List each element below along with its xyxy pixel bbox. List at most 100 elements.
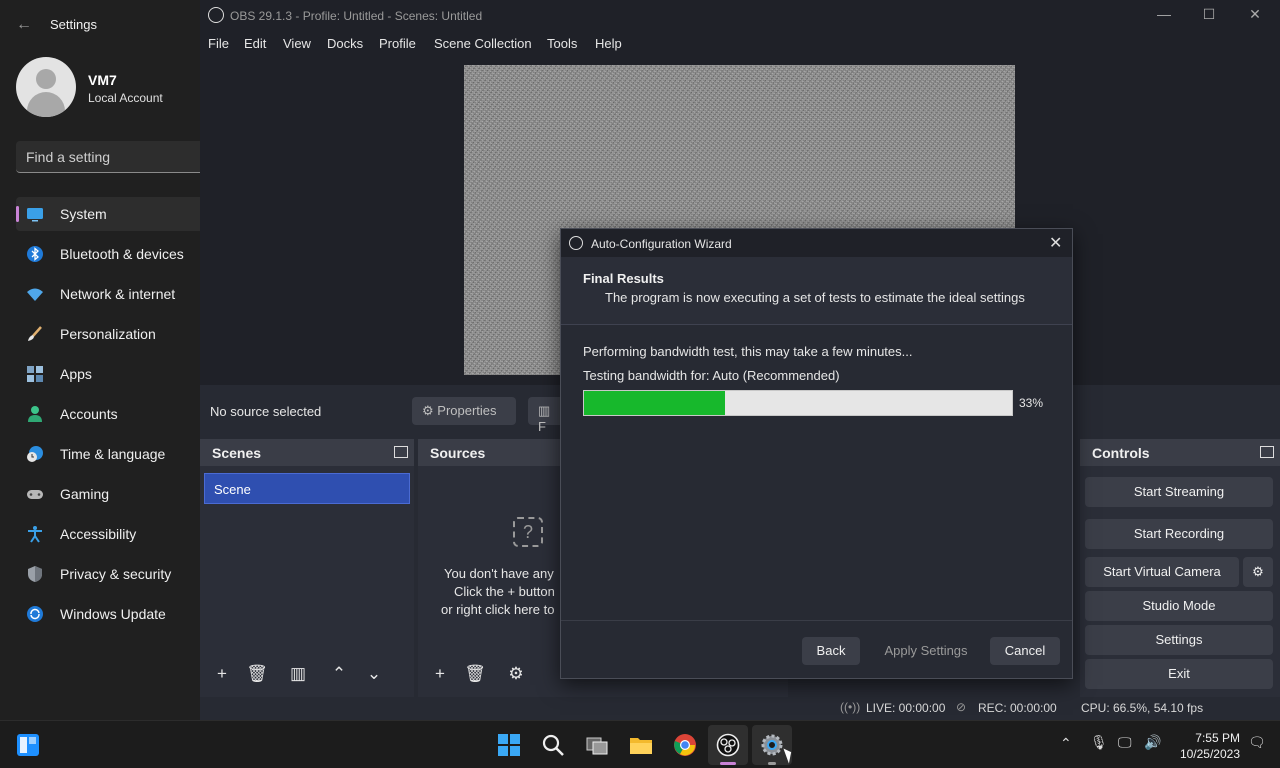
close-icon[interactable]: ✕ bbox=[1049, 233, 1062, 253]
sidebar-item-accounts[interactable]: Accounts bbox=[16, 397, 206, 431]
progress-bar-fill bbox=[584, 391, 726, 415]
gear-icon: ⚙ bbox=[422, 403, 438, 418]
sidebar-item-label: Time & language bbox=[60, 446, 166, 462]
scene-list-item[interactable]: Scene bbox=[204, 473, 410, 504]
apps-icon bbox=[27, 366, 43, 382]
status-bar: ((•)) LIVE: 00:00:00 ⊘ REC: 00:00:00 CPU… bbox=[200, 697, 1280, 720]
menu-view[interactable]: View bbox=[283, 36, 311, 51]
chevron-up-icon[interactable]: ⌃ bbox=[1060, 735, 1072, 752]
menu-edit[interactable]: Edit bbox=[244, 36, 266, 51]
apply-settings-button[interactable]: Apply Settings bbox=[871, 637, 981, 665]
divider bbox=[561, 620, 1072, 621]
add-source-button[interactable]: + bbox=[426, 661, 454, 687]
sidebar-item-apps[interactable]: Apps bbox=[16, 357, 206, 391]
move-scene-up-button[interactable]: ⌃ bbox=[325, 661, 353, 687]
menu-docks[interactable]: Docks bbox=[327, 36, 363, 51]
clock-globe-icon bbox=[27, 446, 43, 462]
sidebar-item-privacy-security[interactable]: Privacy & security bbox=[16, 557, 206, 591]
sidebar-item-time-language[interactable]: Time & language bbox=[16, 437, 206, 471]
sidebar-item-system[interactable]: System bbox=[16, 197, 206, 231]
shield-icon bbox=[28, 566, 42, 582]
menu-profile[interactable]: Profile bbox=[379, 36, 416, 51]
filters-label: F bbox=[538, 419, 546, 434]
speaker-icon[interactable]: 🔊 bbox=[1144, 734, 1161, 751]
search-icon[interactable] bbox=[541, 733, 565, 757]
sidebar-item-label: Windows Update bbox=[60, 606, 166, 622]
chrome-icon[interactable] bbox=[673, 733, 697, 757]
settings-window: ← Settings VM7 Local Account Find a sett… bbox=[0, 0, 206, 720]
obs-taskbar-button[interactable] bbox=[708, 725, 748, 765]
wifi-icon bbox=[27, 288, 43, 301]
source-properties-button[interactable]: ⚙ bbox=[502, 661, 530, 687]
bluetooth-icon bbox=[27, 246, 43, 262]
taskbar-clock[interactable]: 7:55 PM 10/25/2023 bbox=[1172, 730, 1240, 762]
remove-scene-button[interactable]: 🗑 bbox=[243, 661, 271, 687]
back-arrow-icon[interactable]: ← bbox=[16, 16, 32, 34]
virtual-camera-settings-gear-icon[interactable]: ⚙ bbox=[1243, 557, 1273, 587]
start-recording-button[interactable]: Start Recording bbox=[1085, 519, 1273, 549]
notification-icon[interactable]: 🗨 bbox=[1248, 734, 1266, 751]
settings-gear-icon bbox=[761, 734, 783, 756]
wizard-heading: Final Results bbox=[583, 271, 664, 286]
start-streaming-button[interactable]: Start Streaming bbox=[1085, 477, 1273, 507]
live-signal-icon: ((•)) bbox=[840, 700, 861, 714]
sidebar-item-label: System bbox=[60, 206, 107, 222]
remove-source-button[interactable]: 🗑 bbox=[461, 661, 489, 687]
sidebar-item-gaming[interactable]: Gaming bbox=[16, 477, 206, 511]
start-icon[interactable] bbox=[497, 733, 521, 757]
rec-icon: ⊘ bbox=[956, 700, 967, 714]
testing-bandwidth-text: Testing bandwidth for: Auto (Recommended… bbox=[583, 368, 840, 383]
brush-icon bbox=[28, 326, 42, 341]
start-virtual-camera-button[interactable]: Start Virtual Camera bbox=[1085, 557, 1239, 587]
filter-icon: ▥ bbox=[538, 403, 551, 418]
avatar[interactable] bbox=[16, 57, 76, 117]
add-scene-button[interactable]: + bbox=[208, 661, 236, 687]
minimize-icon[interactable]: — bbox=[1154, 6, 1174, 22]
live-timer: LIVE: 00:00:00 bbox=[866, 701, 946, 715]
sidebar-item-label: Bluetooth & devices bbox=[60, 246, 184, 262]
file-explorer-icon[interactable] bbox=[629, 733, 653, 757]
monitor-icon bbox=[27, 208, 43, 222]
wizard-subheading: The program is now executing a set of te… bbox=[605, 290, 1025, 305]
task-view-icon[interactable] bbox=[585, 733, 609, 757]
sidebar-item-label: Accounts bbox=[60, 406, 118, 422]
maximize-icon[interactable]: ☐ bbox=[1199, 6, 1219, 23]
obs-window-title: OBS 29.1.3 - Profile: Untitled - Scenes:… bbox=[230, 9, 483, 23]
sidebar-item-accessibility[interactable]: Accessibility bbox=[16, 517, 206, 551]
settings-button[interactable]: Settings bbox=[1085, 625, 1273, 655]
settings-title: Settings bbox=[50, 17, 97, 32]
cancel-button[interactable]: Cancel bbox=[990, 637, 1060, 665]
undock-icon[interactable] bbox=[394, 446, 408, 458]
sidebar-item-network[interactable]: Network & internet bbox=[16, 277, 206, 311]
settings-taskbar-button[interactable] bbox=[752, 725, 792, 765]
user-account-type: Local Account bbox=[88, 91, 163, 105]
properties-button[interactable]: ⚙ Properties bbox=[412, 397, 516, 425]
bandwidth-status-text: Performing bandwidth test, this may take… bbox=[583, 344, 913, 359]
menu-help[interactable]: Help bbox=[595, 36, 622, 51]
update-icon bbox=[27, 606, 43, 622]
progress-bar bbox=[583, 390, 1013, 416]
close-icon[interactable]: ✕ bbox=[1245, 6, 1265, 23]
menu-tools[interactable]: Tools bbox=[547, 36, 577, 51]
obs-titlebar: OBS 29.1.3 - Profile: Untitled - Scenes:… bbox=[200, 0, 1280, 31]
sidebar-item-personalization[interactable]: Personalization bbox=[16, 317, 206, 351]
microphone-icon[interactable]: 🎙 bbox=[1090, 734, 1108, 751]
back-button[interactable]: Back bbox=[802, 637, 860, 665]
exit-button[interactable]: Exit bbox=[1085, 659, 1273, 689]
clock-date: 10/25/2023 bbox=[1179, 747, 1240, 761]
widgets-icon[interactable] bbox=[16, 733, 40, 757]
sidebar-item-label: Accessibility bbox=[60, 526, 137, 542]
scene-filters-button[interactable]: ▥ bbox=[284, 661, 312, 687]
move-scene-down-button[interactable]: ⌄ bbox=[360, 661, 388, 687]
menu-scene-collection[interactable]: Scene Collection bbox=[434, 36, 532, 51]
sidebar-item-label: Gaming bbox=[60, 486, 110, 502]
undock-icon[interactable] bbox=[1260, 446, 1274, 458]
find-setting-input[interactable]: Find a setting bbox=[16, 141, 206, 173]
gamepad-icon bbox=[27, 490, 43, 499]
menu-file[interactable]: File bbox=[208, 36, 229, 51]
cpu-fps-stat: CPU: 66.5%, 54.10 fps bbox=[1081, 701, 1204, 715]
studio-mode-button[interactable]: Studio Mode bbox=[1085, 591, 1273, 621]
network-icon[interactable]: 🖵 bbox=[1118, 734, 1132, 751]
sidebar-item-bluetooth[interactable]: Bluetooth & devices bbox=[16, 237, 206, 271]
sidebar-item-windows-update[interactable]: Windows Update bbox=[16, 597, 206, 631]
